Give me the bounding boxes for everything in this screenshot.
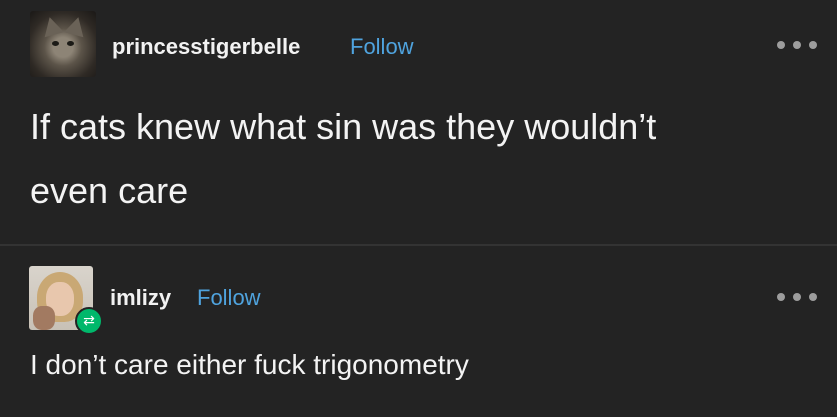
follow-button[interactable]: Follow xyxy=(350,34,414,60)
more-dot xyxy=(777,41,785,49)
post-princesstigerbelle: princesstigerbelle Follow If cats knew w… xyxy=(0,0,837,244)
cat-ear-right xyxy=(64,14,88,38)
username-imlizy[interactable]: imlizy xyxy=(110,285,171,311)
username-princesstigerbelle[interactable]: princesstigerbelle xyxy=(112,34,300,60)
post-text: I don’t care either fuck trigonometry xyxy=(30,349,469,380)
cat-avatar-icon[interactable] xyxy=(30,11,96,77)
avatar-hand xyxy=(33,306,55,330)
follow-button[interactable]: Follow xyxy=(197,285,261,311)
more-options-icon[interactable] xyxy=(777,292,817,302)
cat-eye-right xyxy=(67,41,74,46)
more-dot xyxy=(793,293,801,301)
more-options-icon[interactable] xyxy=(777,40,817,50)
more-dot xyxy=(793,41,801,49)
cat-eye-left xyxy=(52,41,59,46)
post-text-line: even care xyxy=(30,170,189,211)
more-dot xyxy=(809,293,817,301)
post-text-line: If cats knew what sin was they wouldn’t xyxy=(30,106,657,147)
reblog-icon: ⇄ xyxy=(75,307,103,335)
post-divider xyxy=(0,244,837,246)
more-dot xyxy=(777,293,785,301)
post-imlizy: imlizy Follow I don’t care either fuck t… xyxy=(0,247,837,417)
cat-ear-left xyxy=(40,14,64,38)
more-dot xyxy=(809,41,817,49)
